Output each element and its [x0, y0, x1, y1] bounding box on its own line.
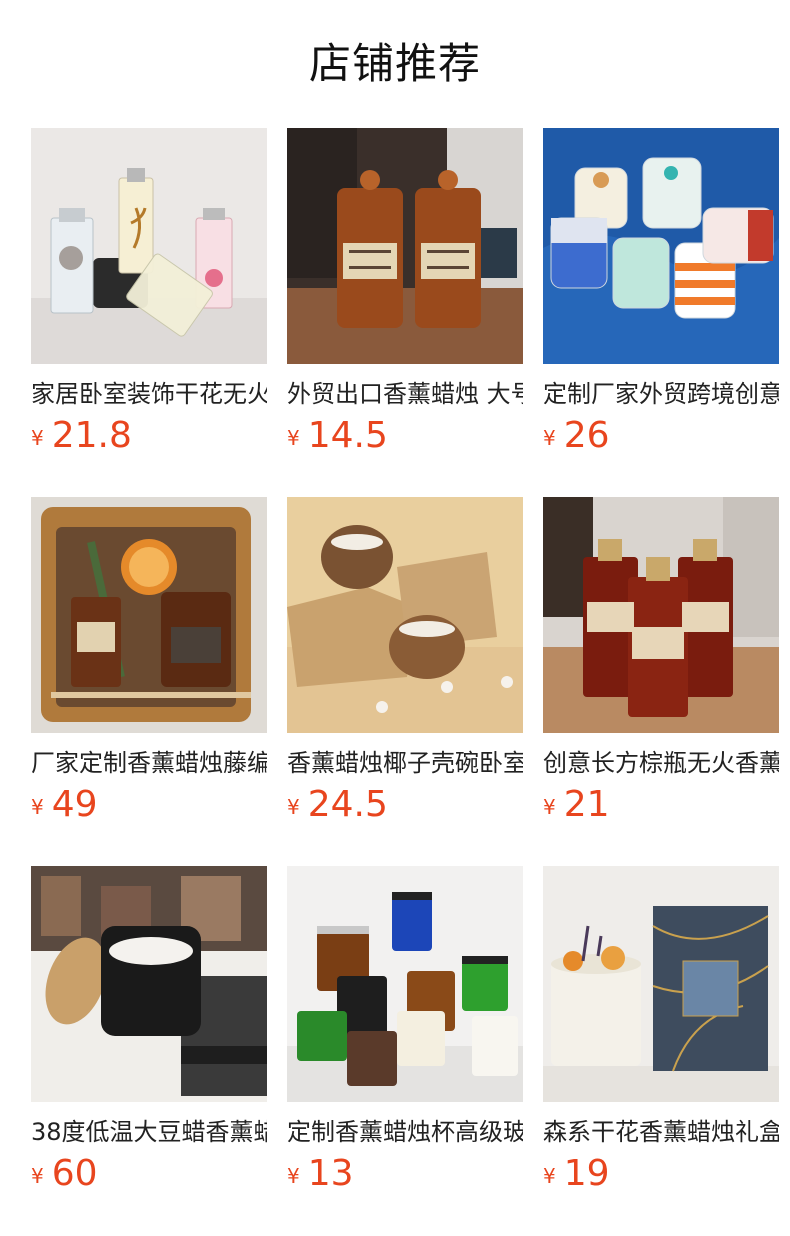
currency-symbol: ¥ — [543, 795, 556, 819]
product-card[interactable]: 森系干花香薰蜡烛礼盒 ¥19 — [543, 866, 779, 1196]
product-price: ¥24.5 — [287, 783, 523, 833]
product-name[interactable]: 定制香薰蜡烛杯高级玻璃罐 — [287, 1116, 523, 1148]
product-price: ¥13 — [287, 1152, 523, 1202]
product-card[interactable]: 定制香薰蜡烛杯高级玻璃罐 ¥13 — [287, 866, 523, 1196]
product-price: ¥19 — [543, 1152, 779, 1202]
product-price: ¥21 — [543, 783, 779, 833]
price-value: 49 — [51, 784, 98, 825]
currency-symbol: ¥ — [31, 795, 44, 819]
price-value: 13 — [307, 1153, 354, 1194]
page-title: 店铺推荐 — [308, 39, 481, 88]
currency-symbol: ¥ — [543, 426, 556, 450]
product-price: ¥49 — [31, 783, 267, 833]
currency-symbol: ¥ — [287, 1164, 300, 1188]
currency-symbol: ¥ — [31, 1164, 44, 1188]
product-image[interactable] — [287, 128, 523, 364]
price-value: 60 — [51, 1153, 98, 1194]
product-card[interactable]: 家居卧室装饰干花无火香薰 ¥21.8 — [31, 128, 267, 458]
price-value: 14.5 — [307, 415, 388, 456]
product-name[interactable]: 厂家定制香薰蜡烛藤编礼盒 — [31, 747, 267, 779]
product-name[interactable]: 外贸出口香薰蜡烛 大号玻璃罐 — [287, 378, 523, 410]
product-card[interactable]: 创意长方棕瓶无火香薰 ¥21 — [543, 497, 779, 827]
product-image[interactable] — [287, 866, 523, 1102]
currency-symbol: ¥ — [287, 426, 300, 450]
shop-recommendations-page: 店铺推荐 家居卧室装饰干花无火 ¥ 21.8 外贸出口香薰蜡烛 大号 ¥ 14.… — [0, 0, 790, 1236]
product-name[interactable]: 家居卧室装饰干花无火香薰 — [31, 378, 267, 410]
product-image[interactable] — [543, 866, 779, 1102]
product-price: ¥60 — [31, 1152, 267, 1202]
product-name[interactable]: 森系干花香薰蜡烛礼盒 — [543, 1116, 779, 1148]
currency-symbol: ¥ — [31, 426, 44, 450]
product-name[interactable]: 定制厂家外贸跨境创意蜡烛 — [543, 378, 779, 410]
product-name[interactable]: 香薰蜡烛椰子壳碗卧室 — [287, 747, 523, 779]
product-price: ¥14.5 — [287, 414, 523, 464]
price-value: 26 — [563, 415, 610, 456]
product-card[interactable]: 38度低温大豆蜡香薰蜡烛 ¥60 — [31, 866, 267, 1196]
currency-symbol: ¥ — [543, 1164, 556, 1188]
product-card[interactable]: 厂家定制香薰蜡烛藤编礼盒 ¥49 — [31, 497, 267, 827]
product-image[interactable] — [287, 497, 523, 733]
price-value: 19 — [563, 1153, 610, 1194]
product-image[interactable] — [31, 497, 267, 733]
product-card[interactable]: 香薰蜡烛椰子壳碗卧室 ¥24.5 — [287, 497, 523, 827]
product-name[interactable]: 38度低温大豆蜡香薰蜡烛 — [31, 1116, 267, 1148]
product-price: ¥26 — [543, 414, 779, 464]
price-value: 24.5 — [307, 784, 388, 825]
product-price: ¥21.8 — [31, 414, 267, 464]
price-value: 21.8 — [51, 415, 132, 456]
product-image[interactable] — [31, 128, 267, 364]
product-name[interactable]: 创意长方棕瓶无火香薰 — [543, 747, 779, 779]
price-value: 21 — [563, 784, 610, 825]
product-image[interactable] — [543, 497, 779, 733]
product-image[interactable] — [543, 128, 779, 364]
product-card[interactable]: 定制厂家外贸跨境创意蜡烛 ¥26 — [543, 128, 779, 458]
product-card[interactable]: 外贸出口香薰蜡烛 大号玻璃罐 ¥14.5 — [287, 128, 523, 458]
currency-symbol: ¥ — [287, 795, 300, 819]
product-image[interactable] — [31, 866, 267, 1102]
